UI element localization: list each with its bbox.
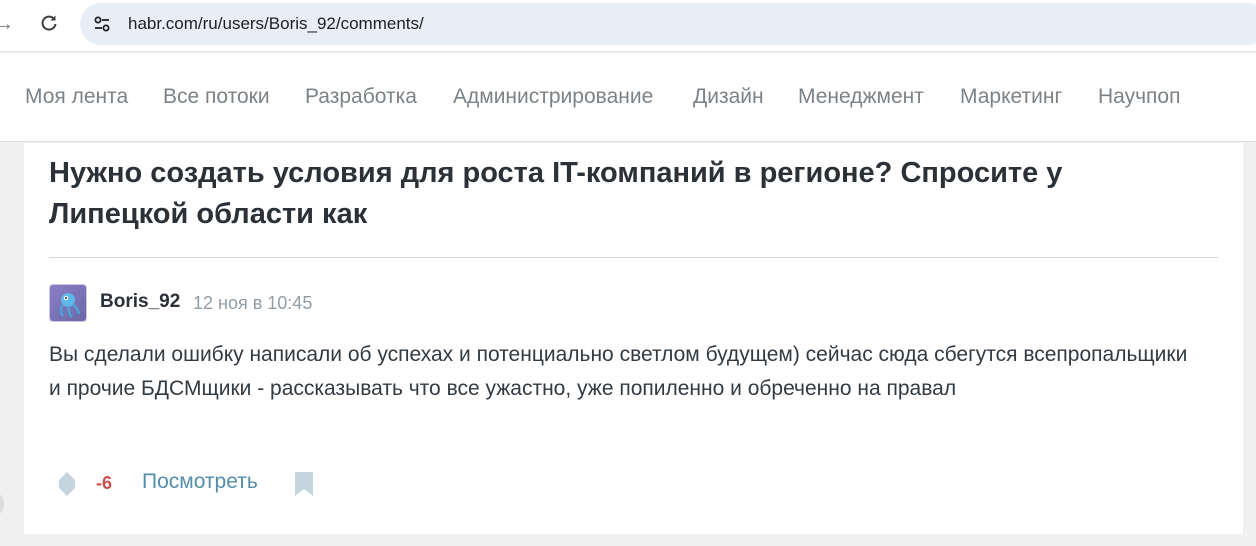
comment-author-link[interactable]: Boris_92 xyxy=(100,291,180,313)
nav-all-flows[interactable]: Все потоки xyxy=(163,85,270,109)
nav-marketing[interactable]: Маркетинг xyxy=(960,85,1062,109)
comment-card: Нужно создать условия для роста IT-компа… xyxy=(24,143,1243,534)
nav-my-feed[interactable]: Моя лента xyxy=(25,85,128,109)
view-comment-link[interactable]: Посмотреть xyxy=(142,470,258,494)
forward-arrow-icon[interactable]: → xyxy=(0,11,16,37)
nav-popular-science[interactable]: Научпоп xyxy=(1098,85,1180,109)
address-bar[interactable]: habr.com/ru/users/Boris_92/comments/ xyxy=(80,3,1256,45)
comment-timestamp-link[interactable]: 12 ноя в 10:45 xyxy=(193,293,312,314)
nav-management[interactable]: Менеджмент xyxy=(798,85,924,109)
nav-development[interactable]: Разработка xyxy=(305,85,417,109)
comment-rating: -6 xyxy=(96,473,113,493)
site-info-icon[interactable] xyxy=(90,12,114,36)
nav-administration[interactable]: Администрирование xyxy=(453,85,653,109)
nav-design[interactable]: Дизайн xyxy=(693,85,764,109)
reload-icon[interactable] xyxy=(36,10,62,36)
avatar[interactable] xyxy=(49,284,87,322)
url-text[interactable]: habr.com/ru/users/Boris_92/comments/ xyxy=(128,14,424,34)
comment-text: Вы сделали ошибку написали об успехах и … xyxy=(49,343,1188,400)
browser-toolbar: → habr.com/ru/users/Boris_92/comments/ xyxy=(0,0,1256,52)
flows-navigation: Моя лента Все потоки Разработка Админист… xyxy=(0,53,1256,142)
bookmark-icon[interactable] xyxy=(292,470,316,498)
vote-rhombus-icon[interactable] xyxy=(57,470,77,498)
article-title-link[interactable]: Нужно создать условия для роста IT-компа… xyxy=(49,153,1189,235)
scroll-handle[interactable] xyxy=(0,490,4,518)
divider xyxy=(49,257,1218,258)
